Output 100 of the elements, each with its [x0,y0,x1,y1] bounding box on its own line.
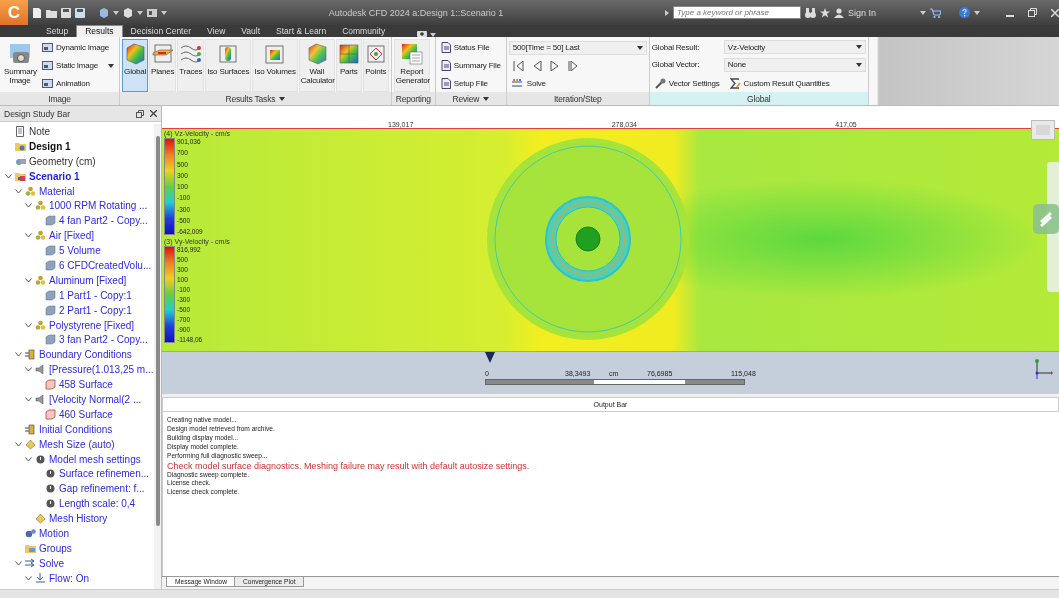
tree-item[interactable]: Polystyrene [Fixed] [49,319,135,331]
global-result-dropdown[interactable]: Vz-Velocity [723,40,866,55]
ribbon-button[interactable]: Animation [39,76,118,91]
tree-item[interactable]: Length scale: 0,4 [59,498,136,510]
ribbon-button[interactable]: Vector Settings [651,75,723,91]
tree-item[interactable]: Surface refinemen... [59,468,150,480]
sign-in-link[interactable]: Sign In [847,7,876,18]
chevron-down-icon[interactable] [24,456,32,462]
tree-item[interactable]: 1 Part1 - Copy:1 [59,289,132,301]
tree-item[interactable]: Note [29,125,51,137]
menu-tab[interactable]: View [199,25,234,37]
float-icon[interactable] [136,109,144,118]
tree-item[interactable]: Model mesh settings [49,453,141,465]
cube-icon[interactable] [99,7,109,18]
menu-tab[interactable]: Results [76,25,123,37]
chevron-down-icon[interactable] [24,203,32,209]
tree-item[interactable]: 458 Surface [59,379,113,391]
camera-icon[interactable] [417,30,428,37]
menu-tab[interactable]: Community [334,25,394,37]
ribbon-button[interactable]: Iso Volumes [252,39,298,92]
chevron-down-icon[interactable] [14,352,22,358]
tree-item[interactable]: Design 1 [29,140,71,152]
menu-tab[interactable]: Decision Center [122,25,200,37]
tree-item[interactable]: 460 Surface [59,408,113,420]
tree-item[interactable]: 6 CFDCreatedVolu... [59,259,152,271]
tree-item[interactable]: 2 Part1 - Copy:1 [59,304,132,316]
tree-item[interactable]: Mesh Size (auto) [39,438,115,450]
chevron-down-icon[interactable] [24,233,32,239]
caret-icon [483,96,490,101]
solve-button[interactable]: Solve [508,76,647,91]
tree-item[interactable]: 3 fan Part2 - Copy... [59,334,148,346]
tree-item[interactable]: 5 Volume [59,245,101,257]
tree-item[interactable]: Solve [39,557,64,569]
ribbon-button[interactable]: Global [122,39,149,92]
tree-item[interactable]: Flow: On [49,572,89,584]
ribbon-button[interactable]: Points [362,39,389,92]
layout-icon[interactable] [147,7,157,18]
ribbon-button[interactable]: Wall Calculator [298,39,335,92]
close-icon[interactable] [150,110,157,117]
last-step-icon[interactable] [567,60,579,71]
tree-item[interactable]: Aluminum [Fixed] [49,274,127,286]
chevron-down-icon[interactable] [24,396,32,402]
scrollbar-thumb[interactable] [155,136,160,526]
menu-tab[interactable]: Vault [233,25,269,37]
ribbon-button[interactable]: Summary Image [2,39,38,92]
ribbon-button[interactable]: Status File [437,40,504,55]
tree-item[interactable]: 4 fan Part2 - Copy... [59,215,148,227]
menu-tab[interactable]: Setup [38,25,77,37]
tree-item[interactable]: Geometry (cm) [29,155,96,167]
group-menu-button[interactable]: Review [435,92,506,105]
group-label: Reporting [391,92,435,105]
group-menu-button[interactable]: Results Tasks [120,92,391,105]
chevron-down-icon[interactable] [14,560,22,566]
previous-step-icon[interactable] [531,60,542,71]
binoculars-icon[interactable] [804,7,816,18]
first-step-icon[interactable] [512,60,524,71]
tree-item[interactable]: Mesh History [49,513,108,525]
tree-item[interactable]: Boundary Conditions [39,349,132,361]
chevron-down-icon[interactable] [14,441,22,447]
menu-tab[interactable]: Start & Learn [268,25,335,37]
step-dropdown[interactable]: 500[Time = 50] Last [508,40,647,55]
tree-item[interactable]: Initial Conditions [39,423,113,435]
tree-item[interactable]: [Pressure(1.013,25 m... [49,364,154,376]
ribbon-button[interactable]: Traces [177,39,205,92]
user-icon[interactable] [833,7,844,18]
ribbon-button[interactable]: Report Generator [393,39,430,92]
ribbon-button[interactable]: Summary File [437,58,504,73]
ribbon-button[interactable]: Parts [335,39,362,92]
tree-item[interactable]: Material [39,185,75,197]
tree-item[interactable]: 1000 RPM Rotating ... [49,200,148,212]
tree-item[interactable]: Air [Fixed] [49,230,94,242]
diamond-icon [25,438,36,450]
ribbon-button[interactable]: Dynamic Image [39,40,118,55]
global-vector-dropdown[interactable]: None [723,58,866,72]
folder-icon[interactable] [46,7,57,18]
window-title: Autodesk CFD 2024 a:Design 1::Scenario 1 [327,7,505,18]
ribbon-button[interactable]: Custom Result Quantities [726,75,833,91]
chevron-down-icon[interactable] [14,188,22,194]
tree-item[interactable]: Gap refinement: f... [59,483,145,495]
chevron-down-icon[interactable] [4,173,12,179]
search-field[interactable]: Type a keyword or phrase [672,6,801,19]
cart-icon[interactable] [930,7,941,18]
tree-item[interactable]: [Velocity Normal(2 ... [49,393,142,405]
chevron-down-icon[interactable] [24,575,32,581]
next-step-icon[interactable] [549,60,560,71]
chevron-down-icon[interactable] [24,367,32,373]
ribbon-button[interactable]: Setup File [437,76,504,91]
ribbon-button[interactable]: Planes [149,39,177,92]
restore-icon[interactable] [1028,8,1037,17]
help-icon[interactable] [959,7,970,18]
document-icon[interactable] [32,7,42,18]
tree-item[interactable]: Motion [39,528,69,539]
ribbon-button[interactable]: Iso Surfaces [205,39,252,92]
tree-item[interactable]: Scenario 1 [29,170,80,182]
cube-icon[interactable] [123,7,133,18]
chevron-down-icon[interactable] [24,277,32,283]
ribbon-button[interactable]: Static Image [39,58,118,73]
star-icon[interactable] [819,7,830,18]
chevron-down-icon[interactable] [24,322,32,328]
tree-item[interactable]: Groups [39,542,72,554]
